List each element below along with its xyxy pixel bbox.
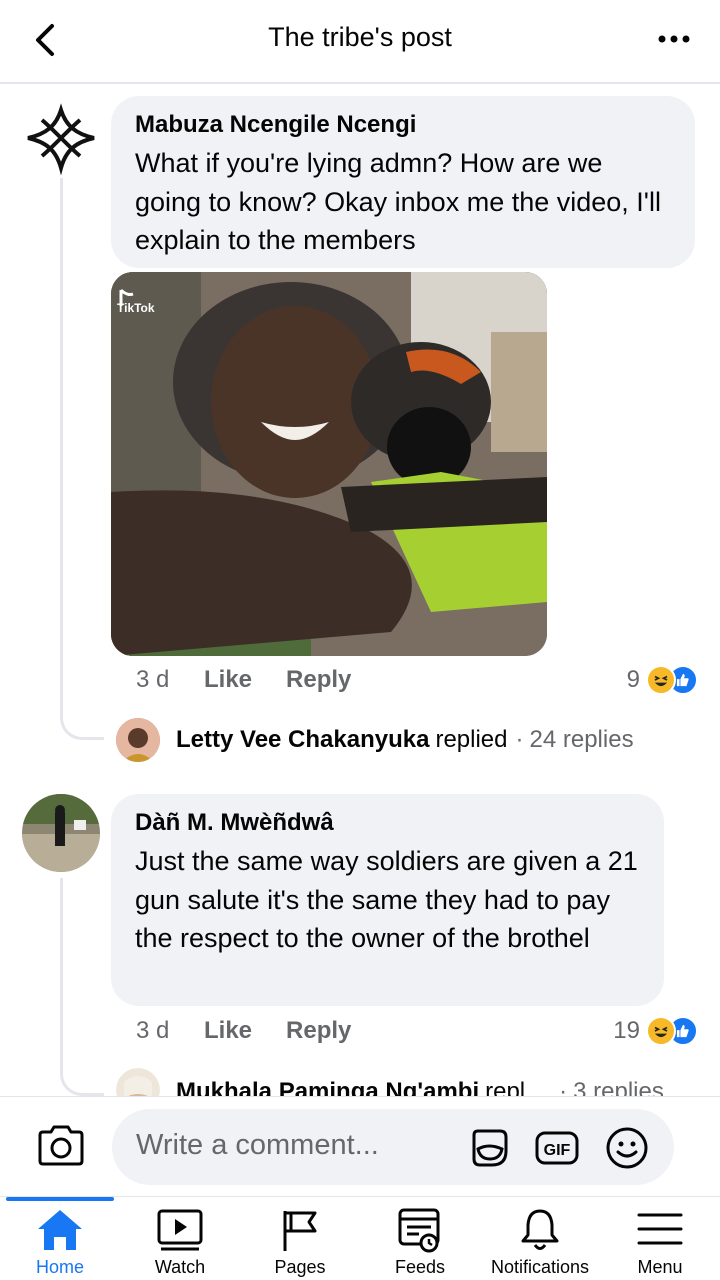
replies-count: 3 replies: [573, 1078, 664, 1096]
replies-count: 24 replies: [529, 726, 634, 753]
tab-feeds[interactable]: Feeds: [360, 1197, 480, 1280]
knot-logo-icon: [27, 103, 95, 176]
top-bar: The tribe's post: [0, 0, 720, 84]
bell-icon: [521, 1209, 559, 1250]
comment-text: Just the same way soldiers are given a 2…: [135, 846, 638, 953]
reply-button[interactable]: Reply: [286, 1017, 351, 1045]
comment-author[interactable]: Dàñ M. Mwèñdwâ: [135, 808, 640, 838]
reply-button[interactable]: Reply: [286, 666, 351, 694]
svg-text:GIF: GIF: [544, 1142, 571, 1159]
haha-reaction-icon: [646, 665, 676, 695]
reaction-count: 19: [613, 1017, 640, 1044]
replied-label: replied: [435, 726, 508, 753]
thread-line: [60, 178, 104, 740]
replier-name: Mukhala Paminga Ng'ambi: [176, 1078, 480, 1096]
replies-link[interactable]: Letty Vee Chakanyuka replied · 24 replie…: [176, 718, 634, 762]
avatar[interactable]: [22, 100, 100, 178]
tab-label: Feeds: [394, 1257, 446, 1277]
thread-line: [60, 878, 104, 1096]
separator-dot: ·: [559, 1078, 568, 1096]
flag-icon: [283, 1211, 317, 1251]
like-button[interactable]: Like: [204, 1017, 252, 1045]
reaction-count: 9: [626, 666, 640, 693]
tab-home[interactable]: Home: [0, 1197, 120, 1280]
tab-label: Pages: [274, 1257, 326, 1277]
comment-bubble[interactable]: Mabuza Ncengile Ncengi What if you're ly…: [111, 96, 695, 268]
comment-actions: 3 d Like Reply: [136, 1013, 385, 1049]
comments-list[interactable]: Mabuza Ncengile Ncengi What if you're ly…: [0, 86, 720, 1096]
feeds-icon: [398, 1208, 440, 1253]
sticker-icon[interactable]: [466, 1125, 512, 1171]
menu-icon: [637, 1213, 683, 1245]
comment-input[interactable]: Write a comment... GIF: [112, 1109, 674, 1185]
emoji-icon[interactable]: [604, 1125, 650, 1171]
comment-attachment-image[interactable]: TikTok: [111, 272, 547, 656]
home-icon: [38, 1210, 82, 1250]
tab-watch[interactable]: Watch: [120, 1197, 240, 1280]
replies-link[interactable]: Mukhala Paminga Ng'ambi repl · 3 replies: [176, 1070, 698, 1096]
comment-time[interactable]: 3 d: [136, 666, 204, 694]
comment-author[interactable]: Mabuza Ncengile Ncengi: [135, 110, 671, 140]
avatar[interactable]: [116, 1068, 160, 1096]
gif-icon[interactable]: GIF: [534, 1125, 580, 1171]
bottom-navigation: Home Watch Pages Feeds Notifications Men…: [0, 1196, 720, 1280]
reaction-summary[interactable]: 9: [627, 662, 698, 698]
comment-composer: Write a comment... GIF: [0, 1096, 720, 1196]
tab-notifications[interactable]: Notifications: [480, 1197, 600, 1280]
more-options-icon[interactable]: [654, 24, 694, 54]
comment-placeholder: Write a comment...: [136, 1129, 379, 1161]
comment-time[interactable]: 3 d: [136, 1017, 204, 1045]
tiktok-watermark: TikTok: [117, 301, 155, 315]
tab-label: Notifications: [490, 1257, 590, 1277]
video-still: TikTok: [111, 272, 547, 656]
comment-bubble[interactable]: Dàñ M. Mwèñdwâ Just the same way soldier…: [111, 794, 664, 1006]
like-button[interactable]: Like: [204, 666, 252, 694]
avatar[interactable]: [116, 718, 160, 762]
tab-label: Menu: [637, 1257, 683, 1277]
tab-pages[interactable]: Pages: [240, 1197, 360, 1280]
replier-name: Letty Vee Chakanyuka: [176, 726, 430, 753]
replied-label: repl: [485, 1078, 526, 1096]
page-title: The tribe's post: [268, 22, 452, 52]
reaction-summary[interactable]: 19: [613, 1013, 698, 1049]
comment-actions: 3 d Like Reply: [136, 662, 385, 698]
tab-menu[interactable]: Menu: [600, 1197, 720, 1280]
tab-label: Watch: [154, 1257, 206, 1277]
comment-text: What if you're lying admn? How are we go…: [135, 148, 661, 255]
separator-dot: ·: [515, 726, 524, 753]
tab-label: Home: [35, 1257, 84, 1277]
haha-reaction-icon: [646, 1016, 676, 1046]
watch-icon: [157, 1209, 203, 1251]
camera-icon[interactable]: [36, 1123, 86, 1169]
avatar[interactable]: [22, 794, 100, 872]
